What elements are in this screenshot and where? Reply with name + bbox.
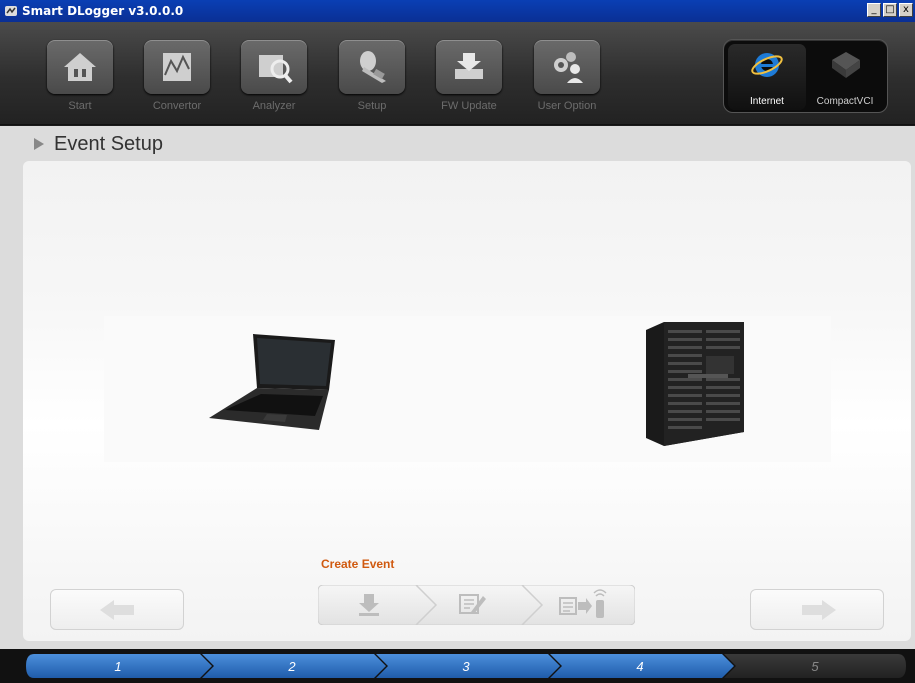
edit-step-icon[interactable] [457,592,487,618]
title-bar: Smart DLogger v3.0.0.0 _ □ x [0,0,915,22]
progress-step-5: 5 [811,659,819,674]
fw-update-icon [455,53,483,79]
toolbar-setup-label: Setup [357,100,387,112]
laptop-image [209,334,335,430]
progress-step-1: 1 [114,659,122,674]
toolbar-setup-button[interactable]: Setup [334,40,410,132]
server-rack-image [646,322,744,446]
progress-step-2: 2 [288,659,296,674]
compactvci-icon [832,52,860,78]
user-option-icon [554,52,583,83]
toolbar-user-option-label: User Option [537,100,597,112]
toolbar-analyzer-button[interactable]: Analyzer [236,40,312,132]
internet-explorer-icon [751,53,783,77]
arrow-left-icon [100,600,134,620]
compactvci-label: CompactVCI [816,96,874,107]
progress-step-3: 3 [462,659,470,674]
main-toolbar: Start Convertor Analyzer Setup FW Update… [0,22,915,125]
internet-button[interactable]: Internet [728,44,806,110]
toolbar-fw-update-button[interactable]: FW Update [431,40,507,132]
previous-button[interactable] [50,589,184,630]
toolbar-convertor-button[interactable]: Convertor [139,40,215,132]
toolbar-start-button[interactable]: Start [42,40,118,132]
external-links-group: Internet CompactVCI [723,39,888,113]
toolbar-convertor-label: Convertor [152,100,202,112]
progress-footer: 1 2 3 4 5 [0,649,915,683]
convertor-icon [163,53,191,81]
window-title: Smart DLogger v3.0.0.0 [22,4,184,18]
toolbar-start-label: Start [68,100,92,112]
maximize-button[interactable]: □ [883,3,897,17]
home-icon [64,53,96,81]
analyzer-icon [259,55,293,84]
close-button[interactable]: x [899,3,913,17]
toolbar-user-option-button[interactable]: User Option [529,40,605,132]
progress-step-4: 4 [636,659,644,674]
transfer-step-icon[interactable] [558,588,614,622]
app-icon [5,6,17,16]
compactvci-button[interactable]: CompactVCI [806,44,884,110]
section-arrow-icon [34,138,44,150]
next-button[interactable] [750,589,884,630]
toolbar-fw-update-label: FW Update [441,100,497,112]
page-title: Event Setup [54,133,163,155]
setup-icon [360,51,386,83]
minimize-button[interactable]: _ [867,3,881,17]
arrow-right-icon [802,600,836,620]
toolbar-analyzer-label: Analyzer [252,100,296,112]
internet-label: Internet [750,96,784,107]
download-step-icon[interactable] [356,592,382,618]
section-header: Event Setup [0,126,915,162]
create-event-label: Create Event [321,557,395,571]
